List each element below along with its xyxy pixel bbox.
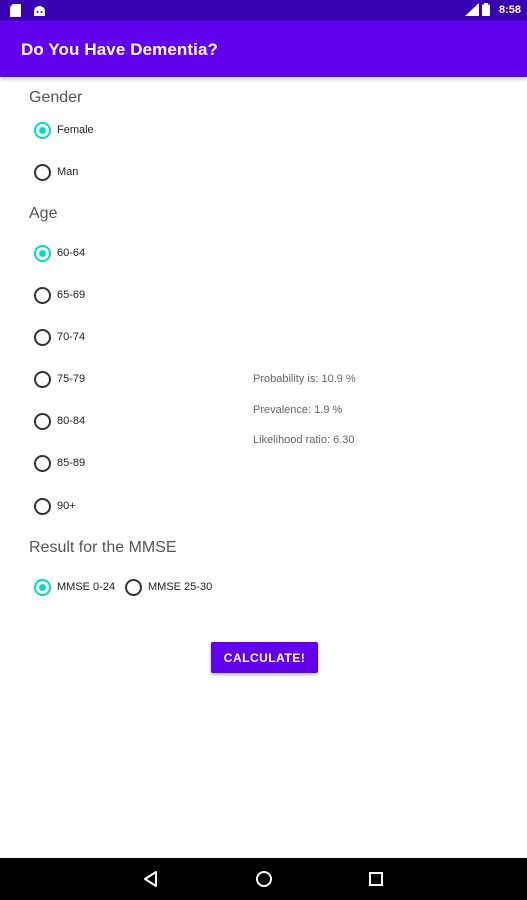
- radio-label: 85-89: [57, 457, 86, 469]
- radio-age-90-plus[interactable]: 90+: [34, 496, 76, 516]
- radio-age-80-84[interactable]: 80-84: [34, 411, 85, 431]
- radio-label: MMSE 0-24: [57, 581, 116, 593]
- radio-label: 80-84: [57, 415, 86, 427]
- radio-circle-checked[interactable]: [34, 578, 51, 596]
- radio-gender-man[interactable]: Man: [34, 162, 78, 182]
- back-icon[interactable]: [141, 869, 161, 889]
- mmse-header: Result for the MMSE: [29, 539, 177, 556]
- radio-circle[interactable]: [34, 454, 51, 472]
- radio-age-60-64[interactable]: 60-64: [34, 243, 85, 263]
- radio-mmse-25-30[interactable]: MMSE 25-30: [125, 577, 212, 597]
- sd-card-icon: [10, 4, 23, 17]
- radio-circle[interactable]: [125, 578, 142, 596]
- app-title: Do You Have Dementia?: [21, 40, 219, 59]
- gender-header: Gender: [29, 89, 83, 106]
- radio-age-70-74[interactable]: 70-74: [34, 327, 85, 347]
- home-icon[interactable]: [254, 869, 274, 889]
- radio-gender-female[interactable]: Female: [34, 120, 94, 140]
- radio-age-75-79[interactable]: 75-79: [34, 369, 85, 389]
- status-bar: 8:58: [0, 0, 527, 21]
- signal-icon: [464, 3, 479, 16]
- radio-age-85-89[interactable]: 85-89: [34, 453, 85, 473]
- calculate-button[interactable]: CALCULATE!: [211, 642, 318, 673]
- probability-text: Probability is: 10.9 %: [253, 373, 356, 385]
- radio-label: Female: [57, 124, 94, 136]
- radio-label: 90+: [57, 500, 76, 512]
- battery-icon: [481, 3, 495, 16]
- radio-label: 60-64: [57, 247, 86, 259]
- radio-label: 70-74: [57, 331, 86, 343]
- radio-label: 75-79: [57, 373, 86, 385]
- radio-circle[interactable]: [34, 328, 51, 346]
- status-time: 8:58: [498, 3, 521, 16]
- radio-circle[interactable]: [34, 286, 51, 304]
- radio-circle[interactable]: [34, 412, 51, 430]
- radio-label: 65-69: [57, 289, 86, 301]
- navigation-bar: [0, 858, 527, 900]
- app-bar: Do You Have Dementia?: [0, 21, 527, 77]
- radio-mmse-0-24[interactable]: MMSE 0-24: [34, 577, 115, 597]
- radio-circle-checked[interactable]: [34, 244, 51, 262]
- age-header: Age: [29, 205, 58, 222]
- radio-label: MMSE 25-30: [148, 581, 213, 593]
- radio-age-65-69[interactable]: 65-69: [34, 285, 85, 305]
- radio-label: Man: [57, 166, 79, 178]
- radio-circle-checked[interactable]: [34, 121, 51, 139]
- recents-icon[interactable]: [366, 869, 386, 889]
- android-debug-icon: [33, 4, 46, 17]
- likelihood-ratio-text: Likelihood ratio: 6.30: [253, 434, 355, 446]
- radio-circle[interactable]: [34, 163, 51, 181]
- radio-circle[interactable]: [34, 497, 51, 515]
- prevalence-text: Prevalence: 1.9 %: [253, 404, 343, 416]
- radio-circle[interactable]: [34, 370, 51, 388]
